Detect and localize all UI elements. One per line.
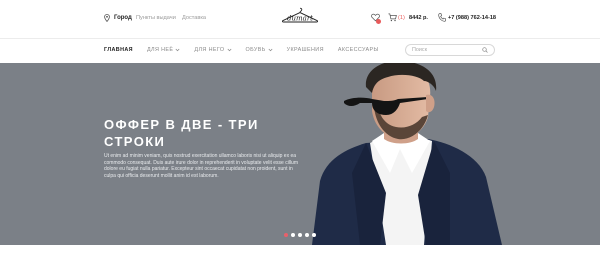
phone-number[interactable]: +7 (988) 762-14-18 <box>448 15 496 21</box>
chevron-down-icon <box>175 48 180 52</box>
city-name: Город <box>114 15 132 21</box>
slider-dot[interactable] <box>298 233 302 237</box>
location-pin-icon <box>104 14 110 22</box>
header-divider <box>0 38 600 39</box>
nav-item-label: ГЛАВНАЯ <box>104 47 133 53</box>
slider-dot[interactable] <box>284 233 288 237</box>
nav-item-home[interactable]: ГЛАВНАЯ <box>104 47 133 53</box>
page-bottom-strip <box>0 245 600 253</box>
delivery-link[interactable]: Доставка <box>182 15 206 21</box>
search-box <box>405 44 495 56</box>
pickup-points-link[interactable]: Пункты выдачи <box>136 15 176 21</box>
favorites-badge <box>376 19 381 24</box>
nav-item-shoes[interactable]: ОБУВЬ <box>246 47 273 53</box>
search-icon[interactable] <box>482 47 488 53</box>
slider-dot[interactable] <box>305 233 309 237</box>
slider-dot[interactable] <box>312 233 316 237</box>
slider-dots <box>284 233 319 237</box>
hero-banner: ОФФЕР В ДВЕ - ТРИ СТРОКИ Ut enim ad mini… <box>0 63 600 245</box>
nav-item-label: ДЛЯ НЕЁ <box>146 47 174 53</box>
city-selector[interactable]: Город <box>104 14 132 22</box>
logo-text: dumart <box>287 14 313 22</box>
cart-icon[interactable] <box>388 13 397 22</box>
slider-dot[interactable] <box>291 233 295 237</box>
chevron-down-icon <box>268 48 273 52</box>
nav-item-label: ОБУВЬ <box>245 47 266 53</box>
hero-text: Ut enim ad minim veniam, quis nostrud ex… <box>104 153 298 179</box>
hero-title: ОФФЕР В ДВЕ - ТРИ СТРОКИ <box>104 117 259 149</box>
cart-total[interactable]: 8442 р. <box>409 15 428 21</box>
nav-item-jewelry[interactable]: УКРАШЕНИЯ <box>287 47 324 53</box>
nav-item-label: АКСЕССУАРЫ <box>337 47 379 53</box>
nav-item-label: ДЛЯ НЕГО <box>194 47 225 53</box>
nav-item-accessories[interactable]: АКСЕССУАРЫ <box>338 47 379 53</box>
dumart-logo[interactable]: dumart <box>280 6 320 30</box>
nav-item-for-him[interactable]: ДЛЯ НЕГО <box>194 47 231 53</box>
main-nav: ГЛАВНАЯ ДЛЯ НЕЁ ДЛЯ НЕГО ОБУВЬ УКРАШЕНИЯ… <box>104 44 393 56</box>
nav-item-for-her[interactable]: ДЛЯ НЕЁ <box>147 47 180 53</box>
hero-model-image <box>312 63 502 245</box>
search-input[interactable] <box>412 47 482 53</box>
phone-icon <box>438 13 446 22</box>
nav-item-label: УКРАШЕНИЯ <box>286 47 324 53</box>
cart-count[interactable]: (1) <box>398 15 405 21</box>
chevron-down-icon <box>227 48 231 52</box>
top-bar: Город Пункты выдачи Доставка dumart (1) … <box>0 0 600 38</box>
